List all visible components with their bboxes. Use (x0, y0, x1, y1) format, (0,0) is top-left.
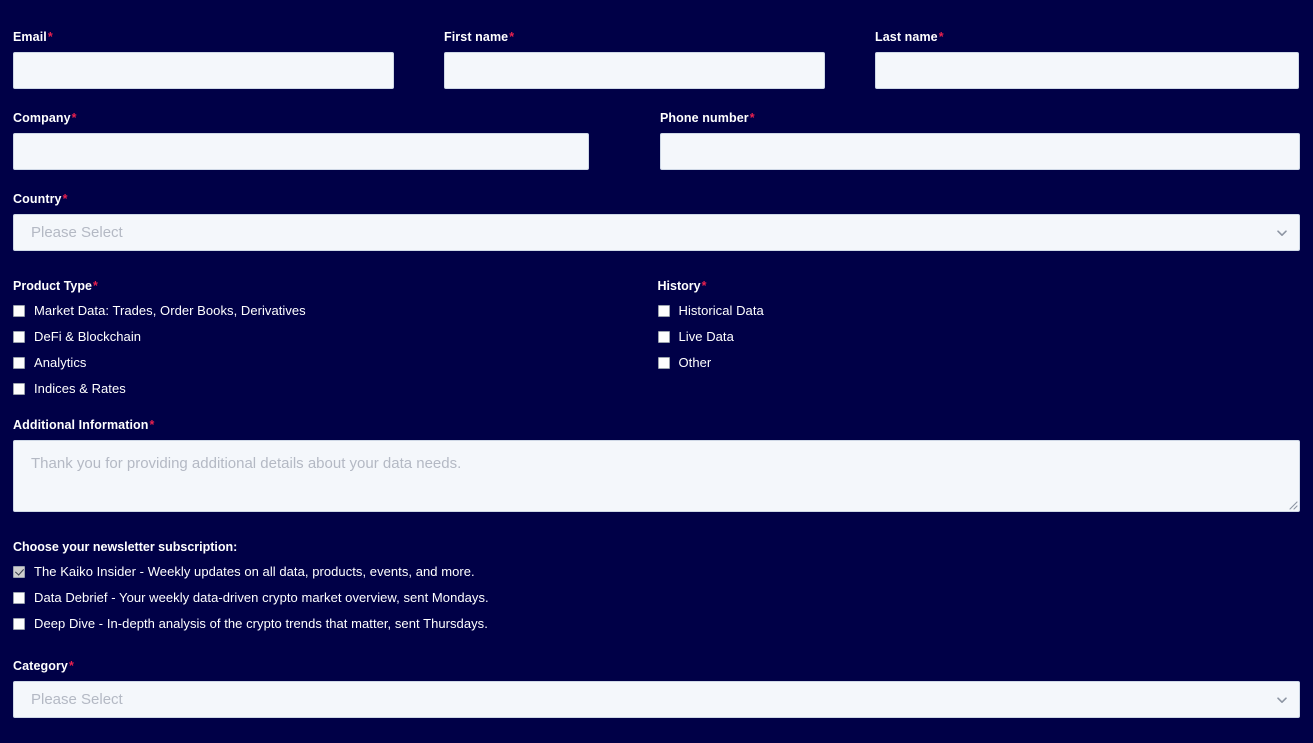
product-type-option-label: DeFi & Blockchain (34, 329, 142, 344)
label-last-name: Last name* (875, 30, 1299, 45)
required-asterisk: * (149, 418, 155, 432)
category-select-wrap: Please Select (13, 681, 1300, 718)
checkbox-icon[interactable] (13, 383, 25, 395)
field-country: Country* Please Select (13, 192, 1300, 251)
required-asterisk: * (749, 111, 755, 125)
label-additional-information: Additional Information* (13, 418, 1300, 433)
required-asterisk: * (509, 30, 515, 44)
product-type-option[interactable]: Market Data: Trades, Order Books, Deriva… (13, 304, 656, 318)
field-last-name: Last name* (875, 30, 1299, 89)
field-additional-information: Additional Information* (13, 418, 1300, 512)
label-product-type-text: Product Type (13, 279, 92, 293)
country-select-wrap: Please Select (13, 214, 1300, 251)
product-type-option[interactable]: Indices & Rates (13, 382, 656, 396)
checkbox-icon[interactable] (13, 331, 25, 343)
label-country: Country* (13, 192, 1300, 207)
checkbox-icon[interactable] (13, 566, 25, 578)
label-history-text: History (657, 279, 701, 293)
phone-number-input[interactable] (660, 133, 1300, 170)
label-first-name-text: First name (444, 30, 509, 44)
newsletter-option-data-debrief[interactable]: Data Debrief - Your weekly data-driven c… (13, 591, 1300, 605)
field-email: Email* (13, 30, 394, 89)
label-additional-information-text: Additional Information (13, 418, 149, 432)
required-asterisk: * (701, 279, 707, 293)
history-option-label: Other (678, 355, 712, 370)
checkbox-icon[interactable] (13, 357, 25, 369)
history-option[interactable]: Other (657, 355, 1301, 370)
checkbox-icon[interactable] (13, 305, 25, 317)
field-company: Company* (13, 111, 589, 170)
newsletter-option-label: Deep Dive - In-depth analysis of the cry… (34, 616, 488, 631)
label-company: Company* (13, 111, 589, 126)
newsletter-option-label: The Kaiko Insider - Weekly updates on al… (34, 564, 475, 579)
label-product-type: Product Type* (13, 279, 656, 294)
label-phone-number: Phone number* (660, 111, 1300, 126)
required-asterisk: * (47, 30, 53, 44)
field-first-name: First name* (444, 30, 825, 89)
history-option-label: Live Data (678, 329, 734, 344)
label-phone-number-text: Phone number (660, 111, 749, 125)
checkbox-icon[interactable] (13, 618, 25, 630)
form-row-company: Company* Phone number* (13, 111, 1300, 184)
last-name-input[interactable] (875, 52, 1299, 89)
field-phone-number: Phone number* (660, 111, 1300, 170)
checkbox-icon[interactable] (657, 331, 670, 343)
checkbox-icon[interactable] (657, 357, 670, 369)
label-category: Category* (13, 659, 1300, 674)
checkbox-icon[interactable] (13, 592, 25, 604)
label-email-text: Email (13, 30, 47, 44)
history-option[interactable]: Live Data (657, 329, 1301, 344)
additional-information-wrap (13, 440, 1300, 512)
product-type-options: Market Data: Trades, Order Books, Deriva… (13, 304, 656, 396)
form-row-name: Email* First name* Last name* (13, 30, 1300, 103)
product-type-option-label: Indices & Rates (34, 381, 126, 396)
label-history: History* (658, 279, 1301, 294)
first-name-input[interactable] (444, 52, 825, 89)
required-asterisk: * (92, 279, 98, 293)
field-newsletter: Choose your newsletter subscription: The… (13, 540, 1300, 631)
field-history: History* Historical Data Live Data Other (657, 279, 1301, 396)
label-email: Email* (13, 30, 394, 45)
label-country-text: Country (13, 192, 62, 206)
label-last-name-text: Last name (875, 30, 938, 44)
checkbox-icon[interactable] (657, 305, 670, 317)
required-asterisk: * (62, 192, 68, 206)
newsletter-option-kaiko-insider[interactable]: The Kaiko Insider - Weekly updates on al… (13, 565, 1300, 579)
required-asterisk: * (938, 30, 944, 44)
category-select[interactable]: Please Select (13, 681, 1300, 718)
product-type-option[interactable]: Analytics (13, 356, 656, 370)
newsletter-option-label: Data Debrief - Your weekly data-driven c… (34, 590, 489, 605)
history-option[interactable]: Historical Data (657, 303, 1301, 318)
field-category: Category* Please Select (13, 659, 1300, 718)
label-category-text: Category (13, 659, 68, 673)
additional-information-textarea[interactable] (13, 440, 1300, 512)
company-input[interactable] (13, 133, 589, 170)
newsletter-options: The Kaiko Insider - Weekly updates on al… (13, 565, 1300, 631)
label-company-text: Company (13, 111, 71, 125)
product-type-option-label: Analytics (34, 355, 87, 370)
field-product-type: Product Type* Market Data: Trades, Order… (13, 279, 656, 396)
product-type-option[interactable]: DeFi & Blockchain (13, 330, 656, 344)
required-asterisk: * (71, 111, 77, 125)
email-input[interactable] (13, 52, 394, 89)
contact-form: Email* First name* Last name* Company* P… (0, 0, 1313, 718)
product-type-option-label: Market Data: Trades, Order Books, Deriva… (34, 303, 306, 318)
form-row-checkbox-groups: Product Type* Market Data: Trades, Order… (13, 279, 1300, 410)
required-asterisk: * (68, 659, 74, 673)
newsletter-option-deep-dive[interactable]: Deep Dive - In-depth analysis of the cry… (13, 617, 1300, 631)
history-options: Historical Data Live Data Other (657, 303, 1301, 370)
history-option-label: Historical Data (678, 303, 764, 318)
country-select[interactable]: Please Select (13, 214, 1300, 251)
newsletter-heading: Choose your newsletter subscription: (13, 540, 238, 554)
label-first-name: First name* (444, 30, 825, 45)
